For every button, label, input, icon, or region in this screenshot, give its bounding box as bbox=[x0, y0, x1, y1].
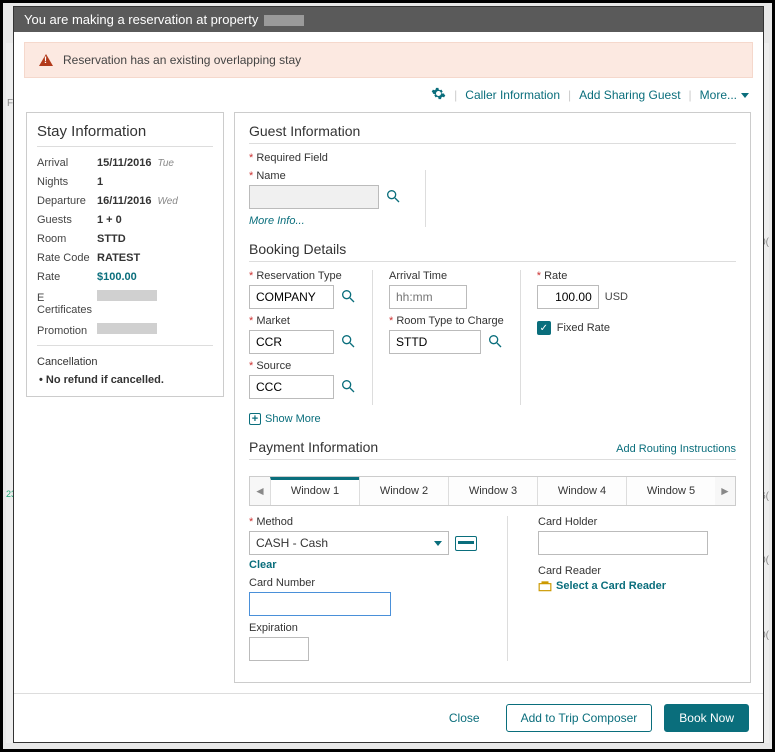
source-input[interactable] bbox=[249, 375, 334, 399]
modal-title-bar: You are making a reservation at property bbox=[14, 7, 763, 32]
source-label: * Source bbox=[249, 360, 356, 372]
card-icon[interactable] bbox=[455, 536, 477, 551]
property-name-redacted bbox=[264, 15, 304, 26]
room-type-label: * Room Type to Charge bbox=[389, 315, 504, 327]
rate-label: Rate bbox=[37, 271, 97, 283]
close-button[interactable]: Close bbox=[435, 705, 494, 731]
departure-label: Departure bbox=[37, 195, 97, 207]
chevron-down-icon bbox=[434, 541, 442, 546]
arrival-time-input[interactable] bbox=[389, 285, 467, 309]
search-icon[interactable] bbox=[487, 333, 503, 352]
more-menu[interactable]: More... bbox=[700, 88, 749, 102]
modal-title: You are making a reservation at property bbox=[24, 12, 258, 27]
required-field-note: * Required Field bbox=[249, 152, 736, 164]
stay-info-title: Stay Information bbox=[37, 123, 213, 140]
add-sharing-guest-link[interactable]: Add Sharing Guest bbox=[579, 88, 680, 102]
rate-input[interactable] bbox=[537, 285, 599, 309]
clear-link[interactable]: Clear bbox=[249, 559, 477, 571]
promotion-label: Promotion bbox=[37, 325, 97, 337]
reservation-type-label: * Reservation Type bbox=[249, 270, 356, 282]
arrival-time-label: Arrival Time bbox=[389, 270, 504, 282]
search-icon[interactable] bbox=[340, 378, 356, 397]
room-label: Room bbox=[37, 233, 97, 245]
market-input[interactable] bbox=[249, 330, 334, 354]
book-now-button[interactable]: Book Now bbox=[664, 704, 749, 732]
fixed-rate-checkbox[interactable]: ✓ bbox=[537, 321, 551, 335]
guests-value: 1 + 0 bbox=[97, 214, 122, 226]
tab-scroll-right[interactable]: ► bbox=[715, 477, 735, 505]
rate-value: $100.00 bbox=[97, 271, 137, 283]
caller-information-link[interactable]: Caller Information bbox=[465, 88, 560, 102]
rate-code-value: RATEST bbox=[97, 252, 140, 264]
select-card-reader-link[interactable]: Select a Card Reader bbox=[538, 580, 708, 592]
arrival-label: Arrival bbox=[37, 157, 97, 169]
search-icon[interactable] bbox=[340, 333, 356, 352]
payment-info-title: Payment Information bbox=[249, 439, 378, 455]
add-routing-link[interactable]: Add Routing Instructions bbox=[616, 443, 736, 455]
ecert-label: E Certificates bbox=[37, 292, 97, 316]
plus-icon: + bbox=[249, 413, 261, 425]
tab-window-3[interactable]: Window 3 bbox=[448, 477, 537, 505]
card-holder-label: Card Holder bbox=[538, 516, 708, 528]
card-number-label: Card Number bbox=[249, 577, 477, 589]
reservation-type-input[interactable] bbox=[249, 285, 334, 309]
method-select[interactable]: CASH - Cash bbox=[249, 531, 449, 555]
warning-alert: Reservation has an existing overlapping … bbox=[24, 42, 753, 78]
rate-field-label: * Rate bbox=[537, 270, 628, 282]
payment-window-tabs: ◄ Window 1 Window 2 Window 3 Window 4 Wi… bbox=[249, 476, 736, 506]
show-more-link[interactable]: + Show More bbox=[249, 413, 736, 425]
guest-info-title: Guest Information bbox=[249, 123, 736, 139]
cancellation-text: No refund if cancelled. bbox=[51, 374, 213, 386]
warning-text: Reservation has an existing overlapping … bbox=[63, 53, 301, 67]
warning-icon bbox=[39, 54, 53, 66]
nights-label: Nights bbox=[37, 176, 97, 188]
rate-currency: USD bbox=[605, 291, 628, 303]
arrival-value: 15/11/2016 bbox=[97, 157, 151, 169]
tab-scroll-left[interactable]: ◄ bbox=[250, 477, 270, 505]
cancellation-label: Cancellation bbox=[37, 356, 213, 368]
card-number-input[interactable] bbox=[249, 592, 391, 616]
method-label: * Method bbox=[249, 516, 477, 528]
departure-day: Wed bbox=[157, 196, 177, 207]
departure-value: 16/11/2016 bbox=[97, 195, 151, 207]
ecert-value-redacted bbox=[97, 290, 157, 301]
expiration-label: Expiration bbox=[249, 622, 477, 634]
tab-window-5[interactable]: Window 5 bbox=[626, 477, 715, 505]
fixed-rate-label: Fixed Rate bbox=[557, 322, 610, 334]
market-label: * Market bbox=[249, 315, 356, 327]
gear-icon[interactable] bbox=[431, 86, 446, 104]
name-label: * Name bbox=[249, 170, 401, 182]
room-type-input[interactable] bbox=[389, 330, 481, 354]
room-value: STTD bbox=[97, 233, 126, 245]
name-search-icon[interactable] bbox=[385, 188, 401, 207]
card-reader-icon bbox=[538, 580, 552, 592]
name-input[interactable] bbox=[249, 185, 379, 209]
rate-code-label: Rate Code bbox=[37, 252, 97, 264]
promotion-value-redacted bbox=[97, 323, 157, 334]
tab-window-1[interactable]: Window 1 bbox=[270, 477, 359, 505]
expiration-input[interactable] bbox=[249, 637, 309, 661]
booking-details-title: Booking Details bbox=[249, 241, 736, 257]
card-holder-input[interactable] bbox=[538, 531, 708, 555]
more-info-link[interactable]: More Info... bbox=[249, 215, 401, 227]
card-reader-label: Card Reader bbox=[538, 565, 708, 577]
chevron-down-icon bbox=[741, 93, 749, 98]
guests-label: Guests bbox=[37, 214, 97, 226]
add-to-trip-composer-button[interactable]: Add to Trip Composer bbox=[506, 704, 653, 732]
nights-value: 1 bbox=[97, 176, 103, 188]
stay-information-panel: Stay Information Arrival 15/11/2016 Tue … bbox=[26, 112, 224, 397]
arrival-day: Tue bbox=[157, 158, 174, 169]
search-icon[interactable] bbox=[340, 288, 356, 307]
tab-window-4[interactable]: Window 4 bbox=[537, 477, 626, 505]
tab-window-2[interactable]: Window 2 bbox=[359, 477, 448, 505]
